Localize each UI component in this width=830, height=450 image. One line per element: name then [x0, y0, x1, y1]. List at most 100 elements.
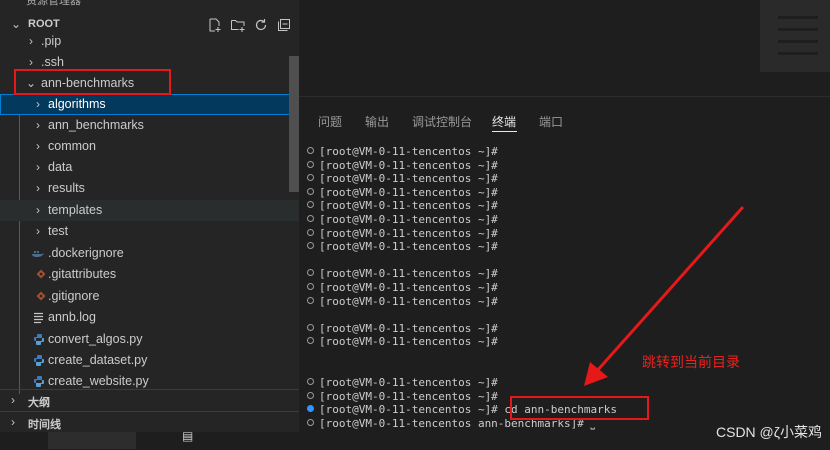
active-tab-indicator	[492, 131, 517, 132]
terminal-line-text: [root@VM-0-11-tencentos ~]#	[319, 226, 498, 240]
command-status-dot-icon	[307, 242, 314, 250]
docker-icon	[32, 243, 44, 264]
explorer-scrollbar[interactable]	[289, 56, 299, 192]
bottom-tab[interactable]	[48, 432, 136, 449]
git-icon	[35, 286, 47, 307]
terminal-line-text: [root@VM-0-11-tencentos ~]#	[319, 335, 498, 349]
tab-output[interactable]: 输出	[365, 113, 389, 130]
tree-item-test[interactable]: › test	[0, 221, 299, 242]
terminal-line-text: [root@VM-0-11-tencentos ~]#	[319, 240, 498, 254]
tree-item-label: data	[48, 160, 73, 174]
command-status-dot-icon	[307, 269, 314, 277]
command-status-dot-icon	[307, 174, 314, 182]
terminal-line: [root@VM-0-11-tencentos ~]#	[307, 281, 498, 295]
terminal-line: [root@VM-0-11-tencentos ~]#	[307, 240, 498, 254]
timeline-section[interactable]: › 时间线	[0, 411, 299, 434]
tree-item-algorithms[interactable]: › algorithms	[0, 94, 299, 115]
terminal-line: [root@VM-0-11-tencentos ~]#	[307, 335, 498, 349]
command-status-dot-icon	[307, 323, 314, 331]
tree-item-label: .dockerignore	[48, 246, 124, 260]
tab-problems[interactable]: 问题	[318, 113, 342, 130]
terminal-line-text: [root@VM-0-11-tencentos ~]#	[319, 321, 498, 335]
minimap-line	[778, 28, 818, 31]
terminal-line: [root@VM-0-11-tencentos ~]#	[307, 322, 498, 336]
command-status-dot-icon	[307, 215, 314, 222]
minimap-line	[778, 16, 818, 19]
tree-item-gitignore[interactable]: .gitignore	[0, 286, 299, 307]
terminal-line: [root@VM-0-11-tencentos ~]#	[307, 159, 498, 173]
tab-terminal[interactable]: 终端	[492, 113, 516, 130]
tree-item-create-dataset[interactable]: create_dataset.py	[0, 350, 299, 371]
terminal-line-text: [root@VM-0-11-tencentos ~]#	[319, 199, 498, 213]
chevron-right-icon: ›	[36, 139, 40, 153]
tree-item-pip[interactable]: › .pip	[0, 31, 299, 52]
tab-debug-console[interactable]: 调试控制台	[412, 113, 472, 130]
terminal-line: [root@VM-0-11-tencentos ~]#	[307, 145, 498, 159]
terminal-line: [root@VM-0-11-tencentos ~]#	[307, 267, 498, 281]
terminal-line: [root@VM-0-11-tencentos ~]#	[307, 172, 498, 186]
tree-item-label: templates	[48, 203, 103, 217]
minimap-line	[778, 40, 818, 43]
terminal-line-text: [root@VM-0-11-tencentos ~]#	[319, 281, 498, 294]
tree-item-ann-benchmarks-pkg[interactable]: › ann_benchmarks	[0, 115, 299, 136]
tree-item-convert-algos[interactable]: convert_algos.py	[0, 329, 299, 350]
tree-item-label: common	[48, 139, 96, 153]
terminal-line-text: [root@VM-0-11-tencentos ~]#	[319, 376, 498, 390]
annotation-text: 跳转到当前目录	[642, 354, 740, 370]
chevron-right-icon: ›	[11, 393, 15, 407]
tree-item-label: .pip	[41, 34, 62, 48]
tree-item-gitattributes[interactable]: .gitattributes	[0, 264, 299, 285]
command-status-dot-icon	[307, 147, 314, 154]
chevron-right-icon: ›	[36, 181, 40, 195]
terminal-line-text: [root@VM-0-11-tencentos ~]#	[319, 389, 498, 403]
command-status-dot-icon	[307, 160, 314, 168]
tree-item-label: annb.log	[48, 310, 96, 324]
command-status-dot-icon	[307, 405, 314, 413]
bottom-glyph-icon: ▤	[182, 429, 194, 443]
tree-item-templates[interactable]: › templates	[0, 200, 299, 221]
minimap[interactable]	[760, 0, 830, 72]
tree-item-annb-log[interactable]: annb.log	[0, 307, 299, 328]
folder-highlight-box	[14, 69, 171, 95]
tree-item-label: algorithms	[48, 97, 106, 111]
chevron-right-icon: ›	[36, 224, 40, 238]
chevron-right-icon: ›	[36, 97, 40, 111]
tree-item-label: ann_benchmarks	[48, 118, 144, 132]
tree-item-data[interactable]: › data	[0, 157, 299, 178]
outline-label: 大纲	[28, 397, 50, 409]
bottom-tab-strip: ▤	[0, 429, 299, 449]
terminal-line: [root@VM-0-11-tencentos ~]#	[307, 213, 498, 227]
outline-section[interactable]: › 大纲	[0, 389, 299, 412]
tree-item-label: .gitignore	[48, 289, 100, 303]
log-icon	[33, 307, 45, 328]
python-icon	[33, 329, 45, 350]
chevron-down-icon: ⌄	[11, 17, 22, 31]
root-label: ROOT	[28, 18, 60, 30]
tree-item-label: .gitattributes	[48, 267, 117, 281]
command-status-dot-icon	[307, 337, 314, 345]
tree-item-label: results	[48, 181, 85, 195]
minimap-line	[778, 52, 818, 55]
tree-item-results[interactable]: › results	[0, 178, 299, 199]
terminal-line-text: [root@VM-0-11-tencentos ~]#	[319, 158, 498, 172]
terminal-line: [root@VM-0-11-tencentos ~]#	[307, 295, 498, 309]
python-icon	[33, 350, 45, 371]
watermark: CSDN @ζ小菜鸡	[716, 424, 822, 440]
tree-item-dockerignore[interactable]: .dockerignore	[0, 243, 299, 264]
terminal-line: [root@VM-0-11-tencentos ~]#	[307, 227, 498, 241]
chevron-right-icon: ›	[11, 415, 15, 429]
tab-ports[interactable]: 端口	[539, 113, 563, 130]
terminal-line-text: [root@VM-0-11-tencentos ~]#	[319, 213, 498, 226]
explorer-sidebar: 资源管理器 ⌄ ROOT › .pip › .ssh ⌄ ann-benchma…	[0, 0, 299, 449]
terminal-line: [root@VM-0-11-tencentos ~]#	[307, 390, 498, 404]
terminal-line: [root@VM-0-11-tencentos ~]#	[307, 199, 498, 213]
terminal-line: [root@VM-0-11-tencentos ~]#	[307, 186, 498, 200]
terminal-line-text: [root@VM-0-11-tencentos ~]#	[319, 145, 498, 158]
chevron-right-icon: ›	[36, 118, 40, 132]
tree-item-label: convert_algos.py	[48, 332, 143, 346]
chevron-right-icon: ›	[36, 160, 40, 174]
tree-item-label: test	[48, 224, 69, 238]
terminal-line-text: [root@VM-0-11-tencentos ~]#	[319, 294, 498, 308]
tree-item-common[interactable]: › common	[0, 136, 299, 157]
command-status-dot-icon	[307, 283, 314, 290]
